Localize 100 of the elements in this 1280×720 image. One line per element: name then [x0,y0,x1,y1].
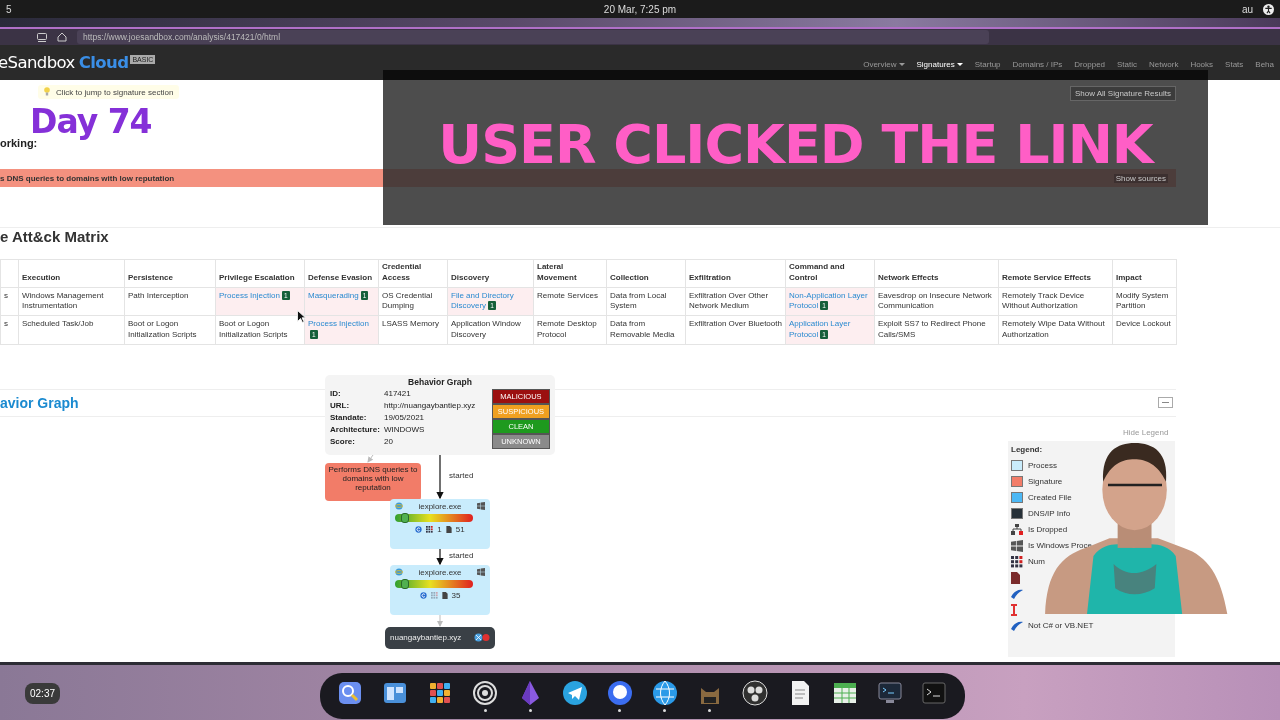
edge-label: started [449,550,474,560]
signature-node[interactable]: Performs DNS queries to domains with low reputation [325,462,421,501]
nav-link[interactable]: Beha [1249,60,1280,69]
table-cell: Remote Desktop Protocol [533,315,607,345]
arrow [367,454,374,463]
table-cell: Exfiltration Over Other Network Medium [685,287,786,316]
count: 1 [437,524,442,534]
user-label[interactable]: au [1241,3,1253,15]
table-cell: Windows Management Instrumentation [18,287,125,316]
table-cell: Remotely Wipe Data Without Authorization [998,315,1113,345]
c-letter-icon [415,525,423,533]
dns-node[interactable]: nuangaybantiep.xyz [385,626,495,649]
field-label: Architecture: [330,423,381,436]
field-value: WINDOWS [384,423,425,436]
legend-label: Process [1028,461,1057,471]
signature-text: s DNS queries to domains with low reputation [0,173,175,183]
timer-badge[interactable]: 02:37 [25,683,61,704]
table-cell: Eavesdrop on Insecure Network Communication [874,287,999,316]
column-header: Collection [606,259,686,288]
workspace-number[interactable]: 5 [6,3,12,15]
card-title: Behavior Graph [407,376,473,388]
document-icon [441,591,448,599]
circle-icon[interactable] [741,679,768,706]
legend-label: Created File [1028,493,1072,503]
table-cell: Scheduled Task/Job [18,315,125,345]
count: 51 [455,524,465,534]
legend-label: Is Dropped [1028,525,1068,535]
field-label: Score: [330,435,356,448]
nav-link[interactable]: Domains / IPs [1006,60,1069,69]
accessibility-icon[interactable] [1263,3,1274,15]
column-header: Network Effects [874,259,999,288]
legend-label: Signature [1028,477,1063,487]
column-header: Defense Evasion [304,259,379,288]
windows-icon [477,568,485,577]
grid-icon [430,591,438,599]
windows-icon [1011,539,1023,552]
table-cell: OS Credential Dumping [378,287,448,316]
monitor-icon[interactable] [876,679,903,706]
sidebar-icon[interactable] [37,32,47,42]
table-cell: Boot or Logon Initialization Scripts [124,315,216,345]
paper-plane-icon[interactable] [562,679,589,706]
field-label: Standate: [330,411,368,424]
nav-link[interactable]: Stats [1219,60,1250,69]
table-cell: Exploit SS7 to Redirect Phone Calls/SMS [874,315,999,345]
arrow [436,454,444,499]
globe-icon [395,502,403,511]
column-header: Execution [18,259,125,288]
table-cell: Remote Services [533,287,607,316]
nav-link[interactable]: Startup [968,60,1007,69]
table-cell: s [0,315,19,345]
document-icon [445,525,452,533]
ribbon-icon [1011,620,1023,631]
lightbulb-icon [44,87,50,97]
column-header: Discovery [447,259,534,288]
nav-link[interactable]: Hooks [1184,60,1220,69]
field-value: 19/05/2021 [384,411,425,424]
column-header: Command and Control [785,259,875,288]
marker-icon [1011,603,1017,616]
tree-icon [1011,523,1023,536]
date-time[interactable]: 20 Mar, 7:25 pm [603,3,677,15]
network-icon [474,633,490,643]
matrix-title: e Att&ck Matrix [0,227,1280,245]
home-icon[interactable] [57,32,67,42]
column-header: Exfiltration [685,259,786,288]
grid-icon [426,525,434,533]
column-header: Lateral Movement [533,259,607,288]
nav-link[interactable]: Static [1111,60,1144,69]
arrow [437,614,443,627]
search-icon[interactable] [337,679,364,706]
collapse-icon[interactable] [1158,397,1173,409]
globe-icon[interactable] [651,679,678,706]
field-label: ID: [330,387,342,400]
field-value: http://nuangaybantiep.xyz [384,399,476,412]
table-cell: Device Lockout [1112,315,1177,345]
globe-icon [395,568,403,577]
table-cell: Exfiltration Over Bluetooth [685,315,786,345]
chat-icon[interactable] [607,679,633,706]
terminal-icon[interactable] [921,679,948,706]
section-heading: avior Graph [0,394,79,411]
table-cell: s [0,287,19,316]
process-node[interactable]: iexplore.exe 35 [390,564,490,615]
c-letter-icon [419,591,427,599]
grid-icon [1011,555,1023,568]
hint-link[interactable]: Click to jump to signature section [38,85,180,99]
spiral-icon[interactable] [472,679,499,706]
column-header: Impact [1112,259,1177,288]
table-cell: Path Interception [124,287,216,316]
table-cell: Application Window Discovery [447,315,534,345]
windows-icon [477,502,485,511]
nav-link[interactable]: Dropped [1068,60,1112,69]
ribbon-icon [1011,588,1023,599]
address-bar[interactable]: https://www.joesandbox.com/analysis/417421/0/html [77,30,989,44]
legend-title: Legend: [1011,444,1044,454]
cursor-icon [297,310,306,323]
table-cell: Data from Removable Media [606,315,686,345]
banner-text: USER CLICKED THE LINK [438,118,1153,172]
field-value: 417421 [384,387,411,400]
table-cell: LSASS Memory [378,315,448,345]
show-all-button[interactable]: Show All Signature Results [1069,86,1176,101]
nav-link[interactable]: Network [1143,60,1185,69]
